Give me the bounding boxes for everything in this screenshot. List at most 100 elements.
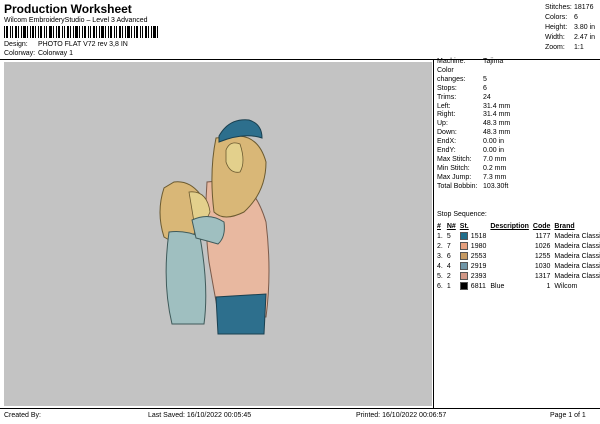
description bbox=[488, 261, 531, 271]
stitch-count: 6811 bbox=[458, 281, 489, 291]
stitch-count: 1518 bbox=[458, 231, 489, 241]
stitch-count-text: 2393 bbox=[470, 272, 487, 280]
description bbox=[488, 271, 531, 281]
stitch-count: 2919 bbox=[458, 261, 489, 271]
stop-num: 4. bbox=[437, 262, 443, 270]
col-num: # bbox=[437, 223, 441, 230]
info-min-stitch: Min Stitch: 0.2 mm bbox=[437, 164, 507, 172]
info-trims: Trims: 24 bbox=[437, 93, 491, 101]
needle-num: 4 bbox=[446, 262, 451, 270]
stitch-count-text: 2919 bbox=[470, 262, 487, 270]
thread-swatch-icon bbox=[459, 232, 468, 240]
thread-brand: Madeira Classic 40 bbox=[554, 242, 600, 250]
thread-code: 1 bbox=[546, 282, 551, 290]
info-stops: Stops: 6 bbox=[437, 84, 487, 92]
stop-num: 6. bbox=[437, 282, 443, 290]
page-number: Page 1 of 1 bbox=[550, 412, 586, 419]
thread-swatch-icon bbox=[459, 242, 468, 250]
thread-swatch-icon bbox=[459, 252, 468, 260]
thread-code: 1317 bbox=[534, 272, 551, 280]
needle-num: 5 bbox=[446, 232, 451, 240]
thread-brand: Wilcom bbox=[554, 282, 578, 290]
info-left: Left: 31.4 mm bbox=[437, 102, 511, 110]
needle-num: 7 bbox=[446, 242, 451, 250]
last-saved: Last Saved: 16/10/2022 00:05:45 bbox=[148, 412, 252, 419]
stop-num: 1. bbox=[437, 232, 443, 240]
thread-brand: Madeira Classic 40 bbox=[554, 232, 600, 240]
stop-sequence-row: 2.7 1980 1026Madeira Classic 40 bbox=[435, 241, 600, 251]
info-down: Down: 48.3 mm bbox=[437, 129, 511, 137]
description: Blue bbox=[490, 282, 505, 290]
col-st: St. bbox=[459, 223, 469, 230]
thread-brand: Madeira Classic 40 bbox=[554, 262, 600, 270]
panel-divider bbox=[433, 60, 434, 408]
stitch-count-text: 1518 bbox=[470, 232, 487, 240]
software-subtitle: Wilcom EmbroideryStudio – Level 3 Advanc… bbox=[4, 17, 148, 24]
stop-num: 5. bbox=[437, 272, 443, 280]
thread-brand: Madeira Classic 40 bbox=[554, 252, 600, 260]
needle-num: 1 bbox=[446, 282, 451, 290]
colorway-label: Colorway: bbox=[4, 50, 36, 57]
stop-sequence-row: 5.2 2393 1317Madeira Classic 40 bbox=[435, 271, 600, 281]
thread-swatch-icon bbox=[459, 262, 468, 270]
info-total-bobbin: Total Bobbin: 103.30ft bbox=[437, 182, 509, 190]
needle-num: 6 bbox=[446, 252, 451, 260]
stop-num: 2. bbox=[437, 242, 443, 250]
stat-height: Height: 3.80 in bbox=[545, 24, 596, 31]
col-desc: Description bbox=[490, 223, 529, 230]
col-n: N# bbox=[446, 223, 456, 230]
needle-num: 2 bbox=[446, 272, 451, 280]
info-color-changes: Color changes: 5 bbox=[437, 66, 487, 83]
stat-zoom: Zoom: 1:1 bbox=[545, 44, 584, 51]
stat-width: Width: 2.47 in bbox=[545, 34, 596, 41]
thread-swatch-icon bbox=[459, 272, 468, 280]
stat-colors: Colors: 6 bbox=[545, 14, 578, 21]
thread-code: 1026 bbox=[534, 242, 551, 250]
thread-brand: Madeira Classic 40 bbox=[554, 272, 600, 280]
stat-stitches: Stitches: 18176 bbox=[545, 4, 594, 11]
info-max-stitch: Max Stitch: 7.0 mm bbox=[437, 155, 507, 163]
stop-sequence-row: 3.6 2553 1255Madeira Classic 40 bbox=[435, 251, 600, 261]
info-endx: EndX: 0.00 in bbox=[437, 138, 505, 146]
colorway-value: Colorway 1 bbox=[37, 50, 73, 57]
description bbox=[488, 231, 531, 241]
stitch-count: 1980 bbox=[458, 241, 489, 251]
stop-sequence-row: 6. 1 6811 Blue 1 Wilcom bbox=[435, 281, 600, 291]
info-machine: Machine: Tajima bbox=[437, 58, 504, 65]
design-label: Design: bbox=[4, 41, 28, 48]
colorway-row: Colorway: Colorway 1 bbox=[4, 50, 73, 57]
thread-code: 1177 bbox=[535, 232, 551, 240]
printed-date: Printed: 16/10/2022 00:06:57 bbox=[356, 412, 447, 419]
info-endy: EndY: 0.00 in bbox=[437, 147, 505, 155]
thread-swatch-icon bbox=[459, 282, 468, 290]
stop-num: 3. bbox=[437, 252, 443, 260]
description bbox=[488, 251, 531, 261]
worksheet-title: Production Worksheet bbox=[4, 2, 132, 16]
col-brand: Brand bbox=[554, 223, 575, 230]
design-value: PHOTO FLAT V72 rev 3,8 IN bbox=[37, 41, 128, 48]
created-by: Created By: bbox=[4, 412, 41, 419]
embroidery-figure-icon bbox=[159, 119, 270, 335]
stop-sequence-header-row: # N# St. Description Code Brand bbox=[435, 222, 600, 231]
design-preview bbox=[4, 62, 432, 406]
machine-info-panel: Machine: Tajima Color changes: 5 Stops: 6 T… bbox=[437, 58, 510, 192]
info-up: Up: 48.3 mm bbox=[437, 120, 511, 128]
stitch-count-text: 6811 bbox=[470, 282, 486, 290]
stitch-count-text: 1980 bbox=[470, 242, 487, 250]
thread-code: 1030 bbox=[534, 262, 551, 270]
stop-sequence-title: Stop Sequence: bbox=[437, 211, 487, 218]
col-code: Code bbox=[532, 223, 551, 230]
stop-sequence-table: # N# St. Description Code Brand 1. 5 1518 1… bbox=[435, 222, 600, 291]
stitch-count: 2393 bbox=[458, 271, 489, 281]
design-row: Design: PHOTO FLAT V72 rev 3,8 IN bbox=[4, 41, 128, 48]
stitch-count: 2553 bbox=[458, 251, 489, 261]
stop-sequence-row: 1.5 1518 1177Madeira Classic 40 bbox=[435, 231, 600, 241]
info-max-jump: Max Jump: 7.3 mm bbox=[437, 173, 507, 181]
footer-divider bbox=[0, 408, 600, 409]
info-right: Right: 31.4 mm bbox=[437, 111, 511, 119]
description bbox=[488, 241, 531, 251]
stop-sequence-row: 4.4 2919 1030Madeira Classic 40 bbox=[435, 261, 600, 271]
stitch-count-text: 2553 bbox=[470, 252, 487, 260]
barcode-icon bbox=[4, 26, 158, 38]
thread-code: 1255 bbox=[534, 252, 551, 260]
